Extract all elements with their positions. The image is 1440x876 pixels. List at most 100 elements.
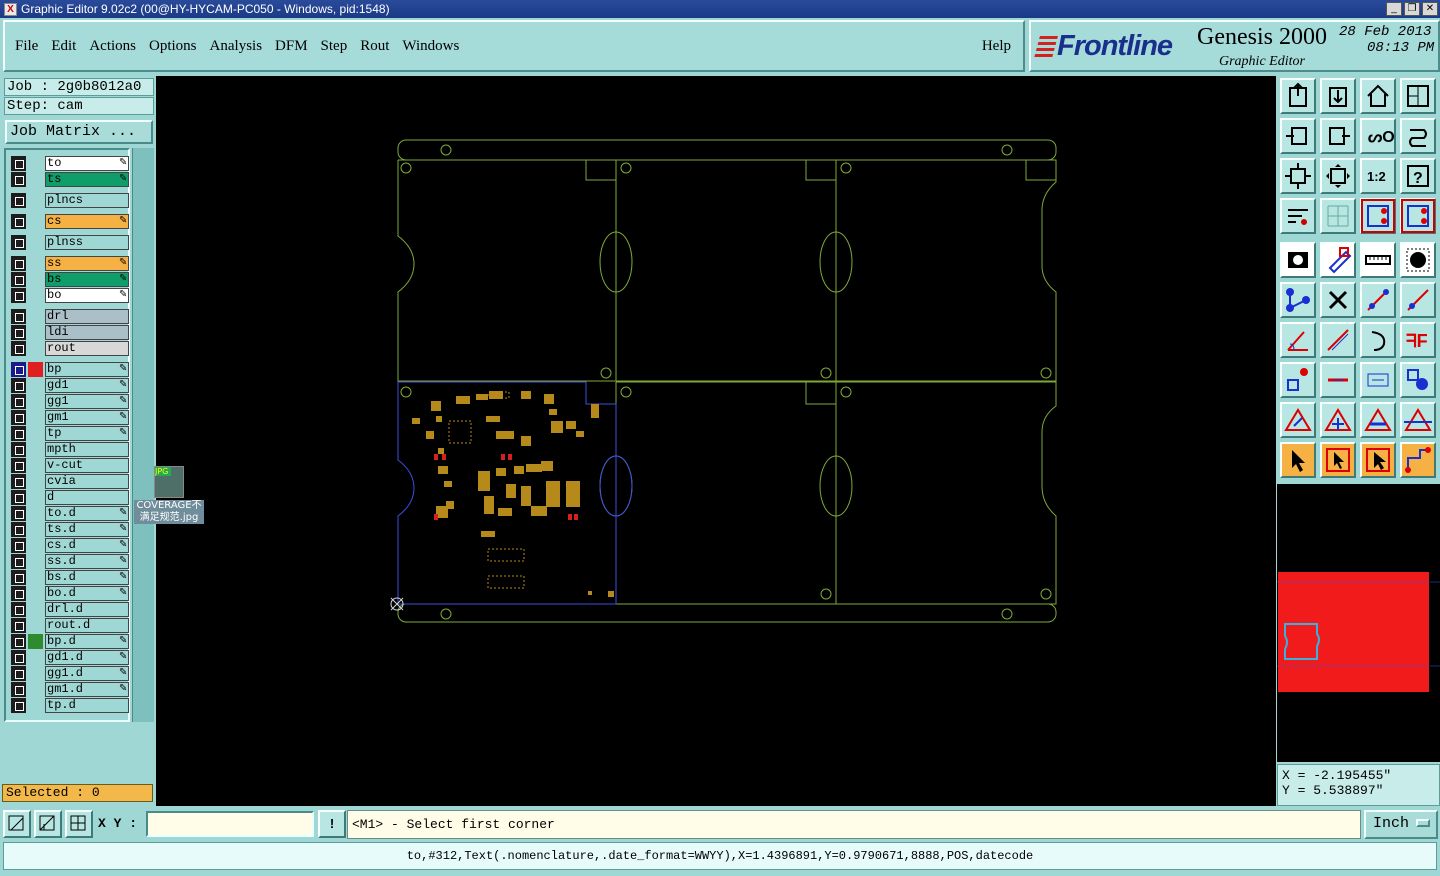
undo-tool-button[interactable]: ᔕO — [1360, 118, 1396, 154]
layer-checkbox[interactable] — [11, 272, 26, 287]
layer-checkbox[interactable] — [11, 410, 26, 425]
select2-tool-button[interactable] — [1320, 442, 1356, 478]
overview-map[interactable] — [1277, 484, 1440, 762]
layer-name[interactable]: cs — [45, 214, 129, 229]
layer-list-scrollbar[interactable] — [132, 148, 154, 722]
redo-tool-button[interactable] — [1400, 118, 1436, 154]
layer-checkbox[interactable] — [11, 682, 26, 697]
home-tool-button[interactable] — [1360, 78, 1396, 114]
layer-name[interactable]: gg1 — [45, 394, 129, 409]
layer-name[interactable]: bp — [45, 362, 129, 377]
layer-name[interactable]: gm1 — [45, 410, 129, 425]
layer-row-ts[interactable]: ts ✎ — [11, 172, 129, 187]
angle-mode-button[interactable] — [34, 810, 62, 838]
layer-row-drl[interactable]: drl — [11, 309, 129, 324]
layer-checkbox[interactable] — [11, 458, 26, 473]
layer-name[interactable]: v-cut — [45, 458, 129, 473]
xy-input[interactable] — [146, 811, 314, 837]
help-tool-button[interactable]: ? — [1400, 158, 1436, 194]
fit-tool-button[interactable] — [1280, 158, 1316, 194]
zoom-fit-tool-button[interactable] — [1320, 158, 1356, 194]
layer-row-bo-d[interactable]: bo.d ✎ — [11, 586, 129, 601]
layer-row-cvia[interactable]: cvia — [11, 474, 129, 489]
layer-row-bp-d[interactable]: bp.d ✎ — [11, 634, 129, 649]
layer-checkbox[interactable] — [11, 426, 26, 441]
pan-left-tool-button[interactable] — [1280, 118, 1316, 154]
layer-name[interactable]: cvia — [45, 474, 129, 489]
layer-name[interactable]: gg1.d — [45, 666, 129, 681]
snap-red2-tool-button[interactable] — [1400, 198, 1436, 234]
layer-name[interactable]: drl.d — [45, 602, 129, 617]
layer-checkbox[interactable] — [11, 698, 26, 713]
grid-tool-button[interactable] — [1320, 198, 1356, 234]
layer-name[interactable]: rout.d — [45, 618, 129, 633]
layer-checkbox[interactable] — [11, 172, 26, 187]
layer-name[interactable]: to — [45, 156, 129, 171]
layer-row-bs[interactable]: bs ✎ — [11, 272, 129, 287]
layer-checkbox[interactable] — [11, 288, 26, 303]
layer-checkbox[interactable] — [11, 325, 26, 340]
ruler-tool-button[interactable] — [1360, 242, 1396, 278]
layer-row-ss-d[interactable]: ss.d ✎ — [11, 554, 129, 569]
menu-analysis[interactable]: Analysis — [210, 38, 263, 55]
menu-edit[interactable]: Edit — [51, 38, 76, 55]
tri-tool-button[interactable] — [1280, 402, 1316, 438]
menu-help[interactable]: Help — [982, 38, 1011, 55]
menu-dfm[interactable]: DFM — [275, 38, 308, 55]
restore-button[interactable]: ❐ — [1404, 2, 1420, 16]
layer-row-to[interactable]: to ✎ — [11, 156, 129, 171]
layer-name[interactable]: bo — [45, 288, 129, 303]
menu-file[interactable]: File — [15, 38, 38, 55]
grid-mode-button[interactable] — [65, 810, 93, 838]
layer-checkbox[interactable] — [11, 362, 26, 377]
cross-tool-button[interactable] — [1320, 282, 1356, 318]
layer-checkbox[interactable] — [11, 650, 26, 665]
layer-name[interactable]: plncs — [45, 193, 129, 208]
layer-row-tp-d[interactable]: tp.d — [11, 698, 129, 713]
layer-row-plnss[interactable]: plnss — [11, 235, 129, 250]
layer-checkbox[interactable] — [11, 666, 26, 681]
layer-name[interactable]: tp.d — [45, 698, 129, 713]
layer-name[interactable]: bp.d — [45, 634, 129, 649]
layer-name[interactable]: rout — [45, 341, 129, 356]
slope-tool-button[interactable] — [1320, 322, 1356, 358]
layer-row-rout[interactable]: rout — [11, 341, 129, 356]
layer-checkbox[interactable] — [11, 474, 26, 489]
menu-options[interactable]: Options — [149, 38, 197, 55]
arc-tool-button[interactable] — [1360, 322, 1396, 358]
menu-step[interactable]: Step — [321, 38, 348, 55]
layer-checkbox[interactable] — [11, 634, 26, 649]
layer-checkbox[interactable] — [11, 214, 26, 229]
layer-checkbox[interactable] — [11, 586, 26, 601]
tri3-tool-button[interactable] — [1360, 402, 1396, 438]
layer-row-rout-d[interactable]: rout.d — [11, 618, 129, 633]
tool-options-tool-button[interactable] — [1280, 198, 1316, 234]
scale-1-2-tool-button[interactable]: 1:2 — [1360, 158, 1396, 194]
line-point2-tool-button[interactable] — [1400, 282, 1436, 318]
layer-checkbox[interactable] — [11, 618, 26, 633]
layer-name[interactable]: ss.d — [45, 554, 129, 569]
shapes-tool-button[interactable] — [1400, 362, 1436, 398]
layer-row-bp[interactable]: bp ✎ — [11, 362, 129, 377]
layer-checkbox[interactable] — [11, 309, 26, 324]
layer-name[interactable]: bs.d — [45, 570, 129, 585]
layer-checkbox[interactable] — [11, 156, 26, 171]
layer-checkbox[interactable] — [11, 442, 26, 457]
layer-checkbox[interactable] — [11, 602, 26, 617]
erase-tool-button[interactable] — [1320, 242, 1356, 278]
layer-row-ldi[interactable]: ldi — [11, 325, 129, 340]
layer-row-tp[interactable]: tp ✎ — [11, 426, 129, 441]
layer-row-plncs[interactable]: plncs — [11, 193, 129, 208]
layer-name[interactable]: plnss — [45, 235, 129, 250]
flip-tool-button[interactable]: ᖷF — [1400, 322, 1436, 358]
layer-checkbox[interactable] — [11, 538, 26, 553]
layer-row-bs-d[interactable]: bs.d ✎ — [11, 570, 129, 585]
layer-checkbox[interactable] — [11, 378, 26, 393]
desktop-file-icon[interactable]: JPG COVERAGE不满足规范.jpg — [134, 466, 204, 528]
select-tool-button[interactable] — [1280, 442, 1316, 478]
unit-selector[interactable]: Inch — [1364, 810, 1438, 839]
layer-name[interactable]: gd1.d — [45, 650, 129, 665]
layer-name[interactable]: bs — [45, 272, 129, 287]
tri4-tool-button[interactable] — [1400, 402, 1436, 438]
layer-name[interactable]: gm1.d — [45, 682, 129, 697]
